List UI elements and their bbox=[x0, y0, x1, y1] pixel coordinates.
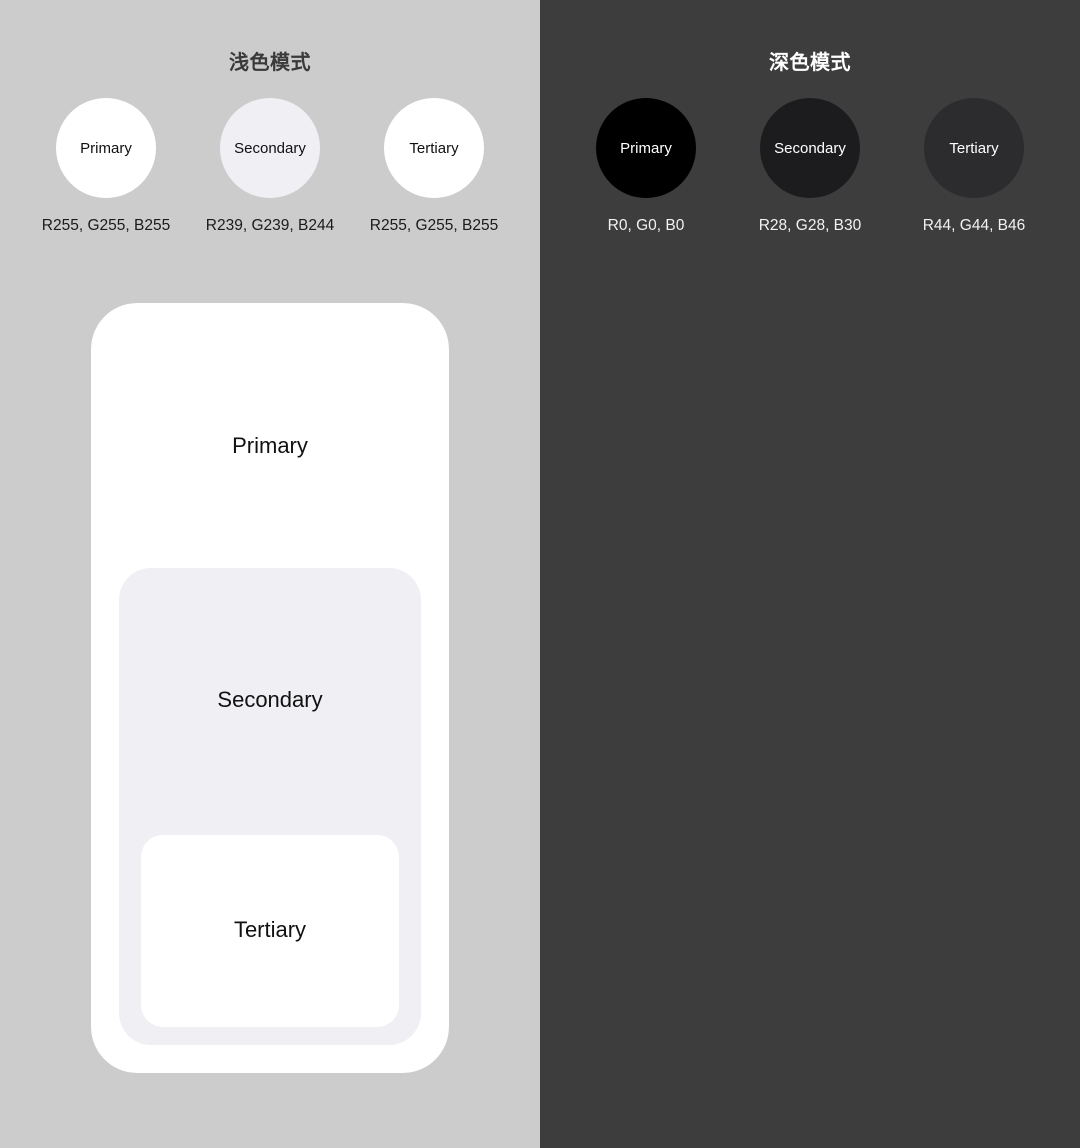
swatch-circle-dark-tertiary[interactable]: Tertiary bbox=[924, 98, 1024, 198]
light-secondary-card[interactable]: Secondary Tertiary bbox=[119, 568, 421, 1045]
swatch-circle-label: Primary bbox=[620, 139, 672, 157]
swatch-circle-dark-primary[interactable]: Primary bbox=[596, 98, 696, 198]
swatch-rgb-light-primary: R255, G255, B255 bbox=[41, 217, 171, 234]
light-mode-title: 浅色模式 bbox=[229, 52, 311, 75]
swatch-rgb-light-secondary: R239, G239, B244 bbox=[205, 217, 335, 234]
swatch-circle-light-primary[interactable]: Primary bbox=[56, 98, 156, 198]
swatch-circle-label: Tertiary bbox=[949, 139, 999, 157]
light-phone-mockup: Primary Secondary Tertiary bbox=[91, 303, 449, 1073]
swatch-circle-light-tertiary[interactable]: Tertiary bbox=[384, 98, 484, 198]
light-tertiary-layer-label: Tertiary bbox=[233, 917, 307, 942]
dark-mode-panel: 深色模式 Primary R0, G0, B0 Secondary R28, G… bbox=[540, 0, 1080, 1148]
swatch-dark-secondary[interactable]: Secondary R28, G28, B30 bbox=[742, 98, 878, 236]
light-secondary-layer-label: Secondary bbox=[217, 687, 323, 712]
light-phone-screen: Primary Secondary Tertiary bbox=[91, 303, 449, 1073]
light-mode-panel: 浅色模式 Primary R255, G255, B255 Secondary … bbox=[0, 0, 540, 1148]
theme-comparison-board: 浅色模式 Primary R255, G255, B255 Secondary … bbox=[0, 0, 1080, 1148]
swatch-rgb-dark-secondary: R28, G28, B30 bbox=[758, 217, 862, 234]
dark-swatch-row: Primary R0, G0, B0 Secondary R28, G28, B… bbox=[540, 98, 1080, 236]
swatch-light-secondary[interactable]: Secondary R239, G239, B244 bbox=[202, 98, 338, 236]
swatch-rgb-dark-primary: R0, G0, B0 bbox=[607, 217, 685, 234]
light-primary-layer-label: Primary bbox=[232, 433, 308, 458]
swatch-circle-label: Secondary bbox=[234, 139, 306, 157]
light-swatch-row: Primary R255, G255, B255 Secondary R239,… bbox=[0, 98, 540, 236]
swatch-light-tertiary[interactable]: Tertiary R255, G255, B255 bbox=[366, 98, 502, 236]
swatch-circle-label: Secondary bbox=[774, 139, 846, 157]
swatch-circle-dark-secondary[interactable]: Secondary bbox=[760, 98, 860, 198]
swatch-circle-label: Primary bbox=[80, 139, 132, 157]
swatch-dark-primary[interactable]: Primary R0, G0, B0 bbox=[578, 98, 714, 236]
dark-mode-title: 深色模式 bbox=[769, 52, 851, 75]
swatch-light-primary[interactable]: Primary R255, G255, B255 bbox=[38, 98, 174, 236]
swatch-circle-label: Tertiary bbox=[409, 139, 459, 157]
swatch-rgb-light-tertiary: R255, G255, B255 bbox=[369, 217, 499, 234]
swatch-circle-light-secondary[interactable]: Secondary bbox=[220, 98, 320, 198]
swatch-dark-tertiary[interactable]: Tertiary R44, G44, B46 bbox=[906, 98, 1042, 236]
light-tertiary-card[interactable]: Tertiary bbox=[141, 835, 399, 1027]
swatch-rgb-dark-tertiary: R44, G44, B46 bbox=[922, 217, 1026, 234]
